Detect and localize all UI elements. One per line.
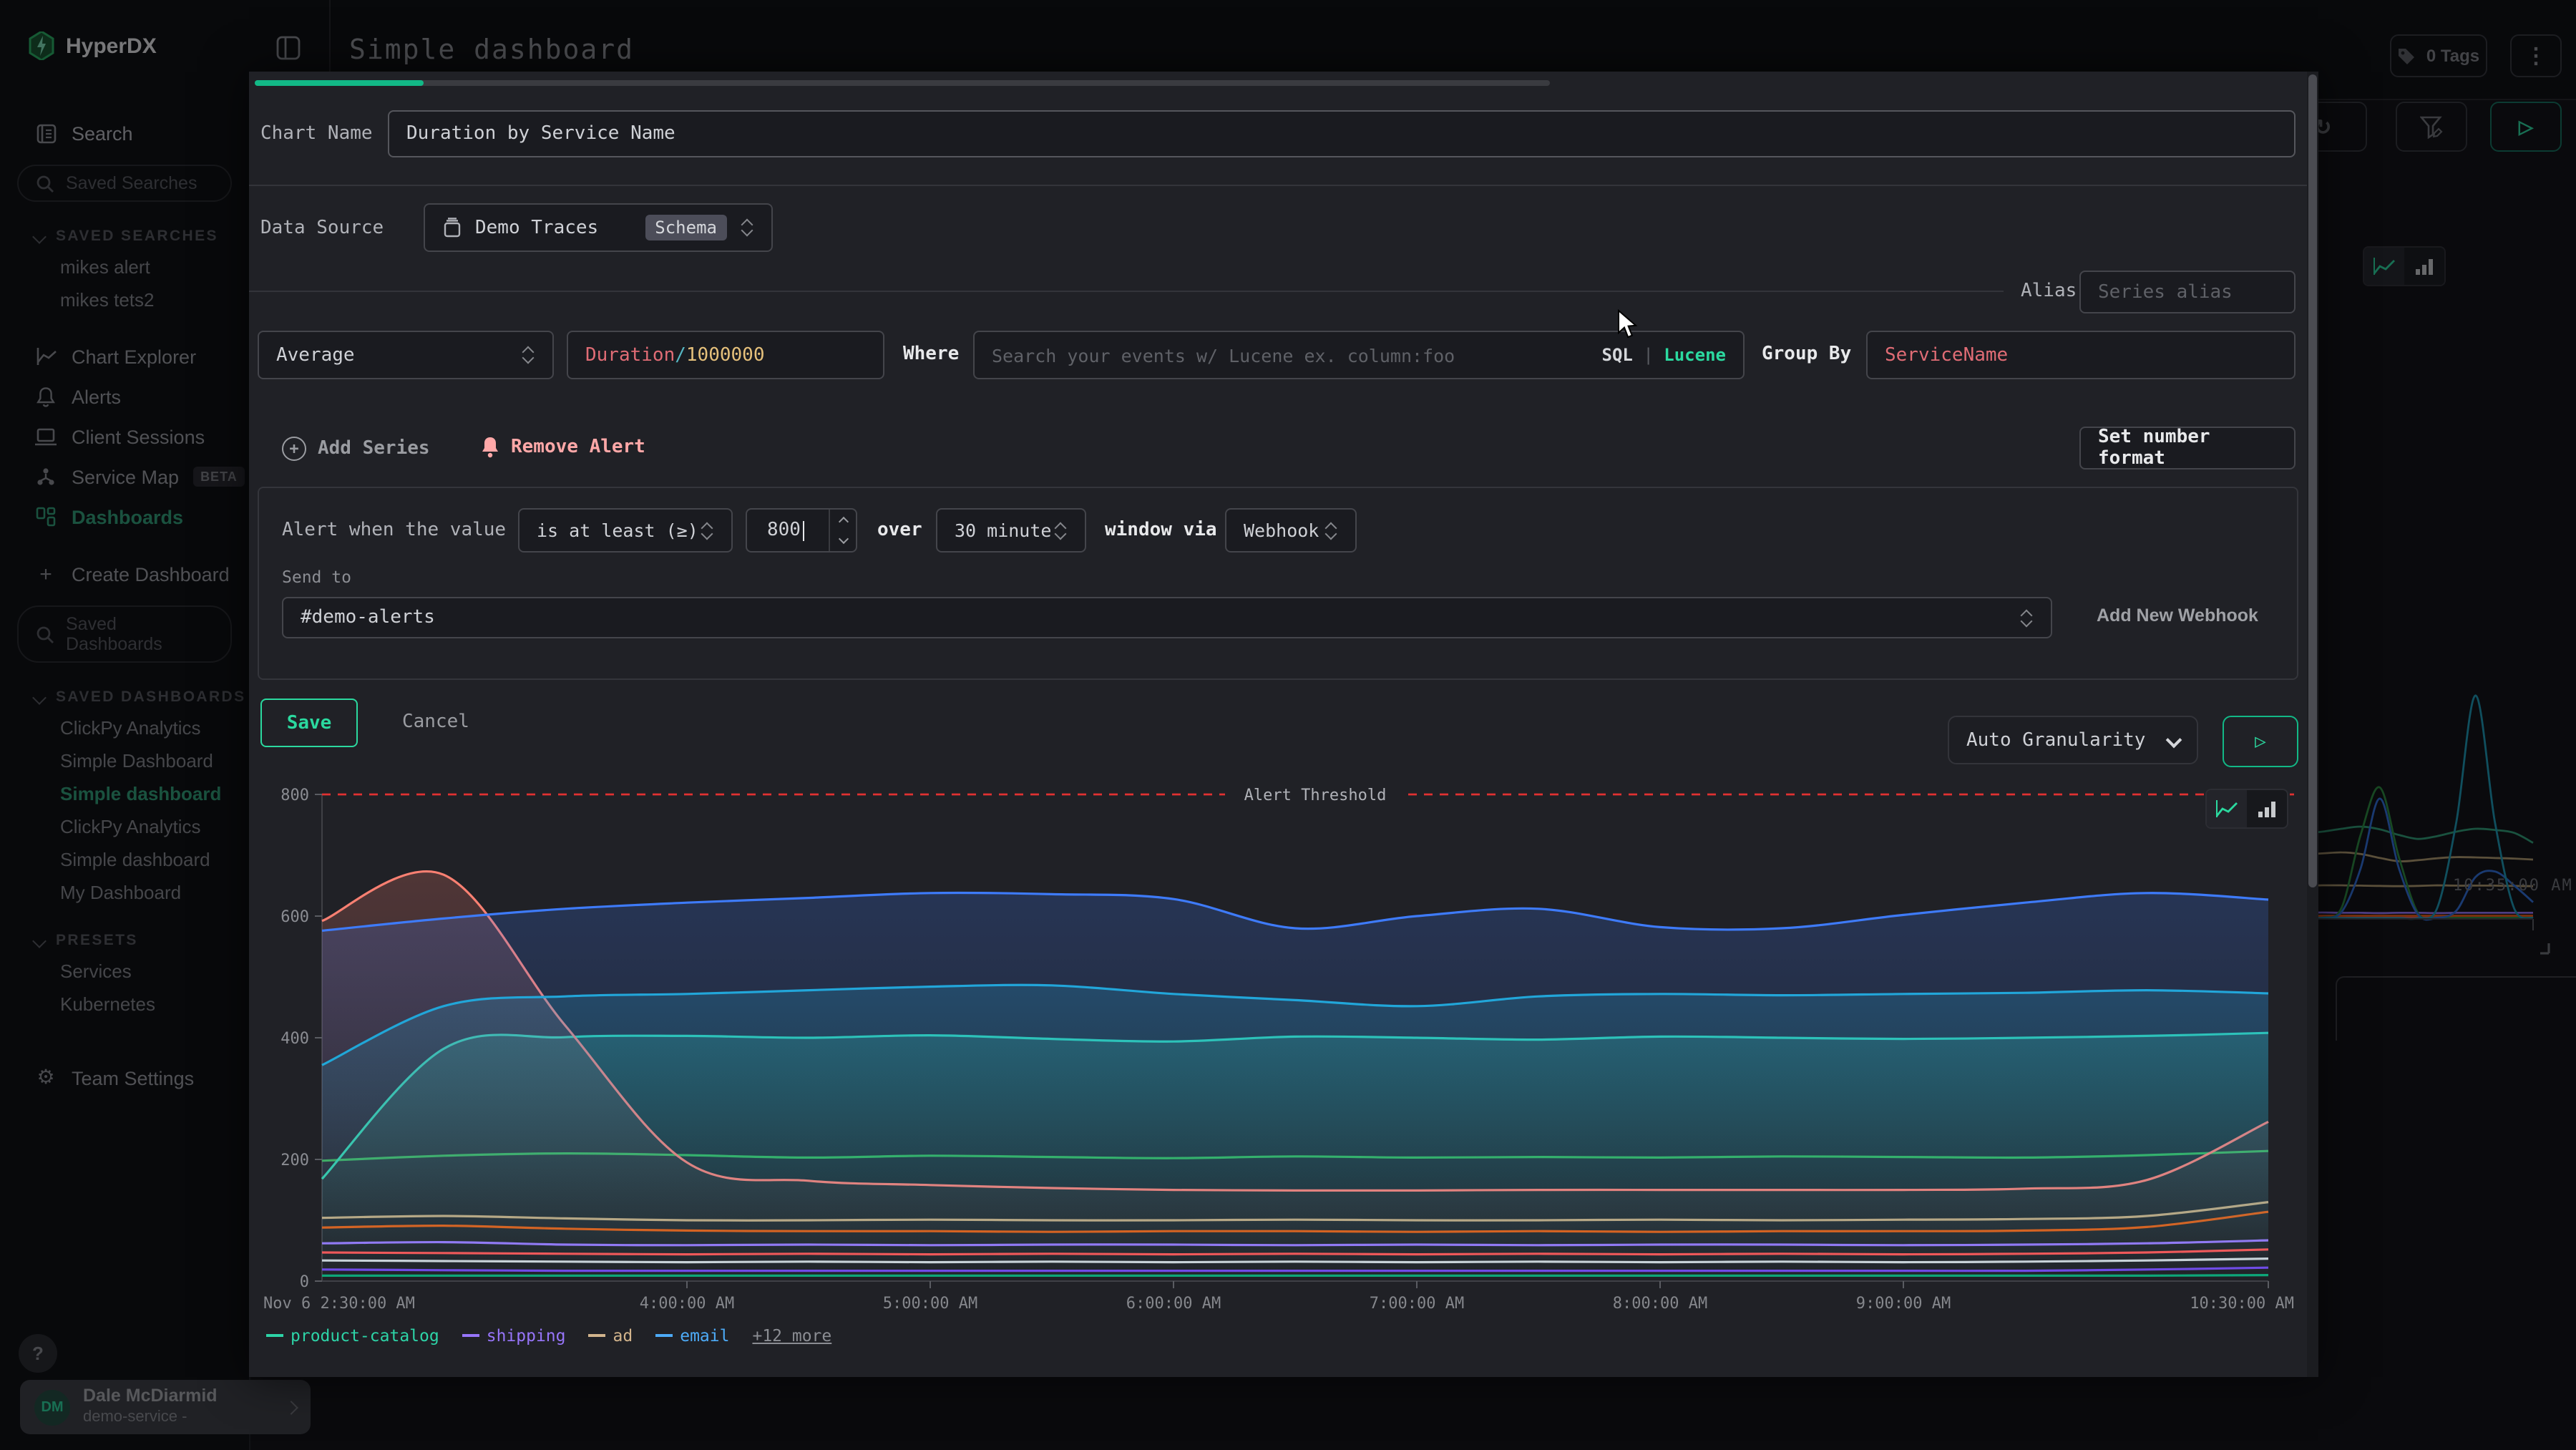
alias-label: Alias: [2021, 281, 2077, 302]
cancel-button[interactable]: Cancel: [402, 711, 469, 733]
add-series-button[interactable]: + Add Series: [282, 437, 430, 461]
data-source-label: Data Source: [260, 218, 384, 239]
svg-text:4:00:00 AM: 4:00:00 AM: [640, 1295, 734, 1313]
svg-text:600: 600: [280, 908, 309, 926]
field-input[interactable]: Duration/1000000: [567, 331, 884, 379]
app-viewport: HyperDX Simple dashboard Search Saved Se…: [0, 0, 2576, 1450]
send-to-select[interactable]: #demo-alerts: [282, 597, 2052, 638]
send-to-label: Send to: [282, 567, 351, 587]
text-caret: [804, 520, 805, 540]
data-source-select[interactable]: Demo Traces Schema: [424, 203, 773, 252]
progress-bar-track: [255, 80, 1550, 86]
field-token: 1000000: [686, 344, 765, 366]
lucene-mode[interactable]: Lucene: [1664, 345, 1726, 365]
alert-over-label: over: [877, 520, 922, 541]
updown-chevron-icon: [740, 218, 754, 238]
chart-legend: product-catalog shipping ad email +12 more: [266, 1325, 831, 1346]
svg-text:Alert Threshold: Alert Threshold: [1244, 787, 1387, 804]
remove-alert-button[interactable]: Remove Alert: [481, 437, 645, 458]
updown-chevron-icon: [1324, 520, 1338, 540]
legend-item[interactable]: shipping: [462, 1325, 566, 1346]
chart-name-input[interactable]: Duration by Service Name: [388, 110, 2296, 157]
chart-name-label: Chart Name: [260, 123, 373, 145]
svg-text:800: 800: [280, 787, 309, 804]
section-divider: [249, 185, 2318, 186]
granularity-select[interactable]: Auto Granularity: [1948, 716, 2198, 764]
plus-circle-icon: +: [282, 437, 306, 461]
chart-type-toggle: [2205, 789, 2288, 829]
database-icon: [442, 217, 462, 238]
schema-badge: Schema: [645, 215, 727, 240]
legend-item[interactable]: email: [655, 1325, 729, 1346]
mouse-cursor: [1617, 309, 1639, 345]
alert-channel-select[interactable]: Webhook: [1225, 508, 1357, 553]
updown-chevron-icon: [521, 345, 535, 365]
alias-input[interactable]: Series alias: [2079, 271, 2296, 313]
add-new-webhook-button[interactable]: Add New Webhook: [2097, 605, 2258, 626]
bell-icon: [481, 437, 499, 458]
chevron-down-icon: [2166, 732, 2182, 749]
field-token: /: [675, 344, 686, 366]
legend-item[interactable]: product-catalog: [266, 1325, 439, 1346]
svg-text:9:00:00 AM: 9:00:00 AM: [1856, 1295, 1951, 1313]
svg-text:5:00:00 AM: 5:00:00 AM: [883, 1295, 977, 1313]
sql-mode[interactable]: SQL: [1602, 345, 1633, 365]
bar-chart-icon[interactable]: [2247, 790, 2287, 827]
svg-text:6:00:00 AM: 6:00:00 AM: [1126, 1295, 1221, 1313]
svg-text:400: 400: [280, 1030, 309, 1048]
legend-swatch: [655, 1334, 673, 1337]
edit-chart-modal: Chart Name Duration by Service Name Data…: [249, 72, 2318, 1377]
play-button[interactable]: ▷: [2223, 716, 2298, 767]
updown-chevron-icon: [2019, 608, 2034, 628]
svg-text:8:00:00 AM: 8:00:00 AM: [1613, 1295, 1707, 1313]
updown-chevron-icon: [700, 520, 714, 540]
svg-text:200: 200: [280, 1152, 309, 1169]
group-by-label: Group By: [1762, 344, 1851, 365]
alert-via-label: window via: [1105, 520, 1217, 541]
number-stepper[interactable]: [829, 510, 856, 551]
legend-swatch: [462, 1334, 479, 1337]
aggregation-select[interactable]: Average: [258, 331, 554, 379]
svg-text:0: 0: [300, 1273, 309, 1291]
updown-chevron-icon: [1053, 520, 1068, 540]
group-by-input[interactable]: ServiceName: [1866, 331, 2296, 379]
progress-bar-value: [255, 80, 424, 86]
set-number-format-button[interactable]: Set number format: [2079, 427, 2296, 469]
legend-item[interactable]: +12 more: [752, 1325, 831, 1346]
svg-text:10:30:00 AM: 10:30:00 AM: [2190, 1295, 2294, 1313]
series-divider: [249, 291, 2004, 292]
alert-condition-select[interactable]: is at least (≥): [518, 508, 733, 553]
line-chart-icon[interactable]: [2207, 790, 2247, 827]
preview-chart: 800 600 400 200 0 Nov 6 2:30:00 AM 4:00:00 AM 5…: [263, 780, 2296, 1314]
alert-threshold-input[interactable]: 800: [746, 508, 857, 553]
svg-text:7:00:00 AM: 7:00:00 AM: [1370, 1295, 1464, 1313]
legend-swatch: [266, 1334, 283, 1337]
alert-window-select[interactable]: 30 minute: [936, 508, 1086, 553]
legend-swatch: [589, 1334, 606, 1337]
modal-scrollbar-thumb[interactable]: [2308, 74, 2317, 887]
save-button[interactable]: Save: [260, 699, 358, 747]
where-label: Where: [903, 344, 959, 365]
svg-text:Nov 6 2:30:00 AM: Nov 6 2:30:00 AM: [263, 1295, 415, 1313]
legend-item[interactable]: ad: [589, 1325, 633, 1346]
alert-prefix-label: Alert when the value: [282, 520, 506, 541]
field-token: Duration: [585, 344, 675, 366]
